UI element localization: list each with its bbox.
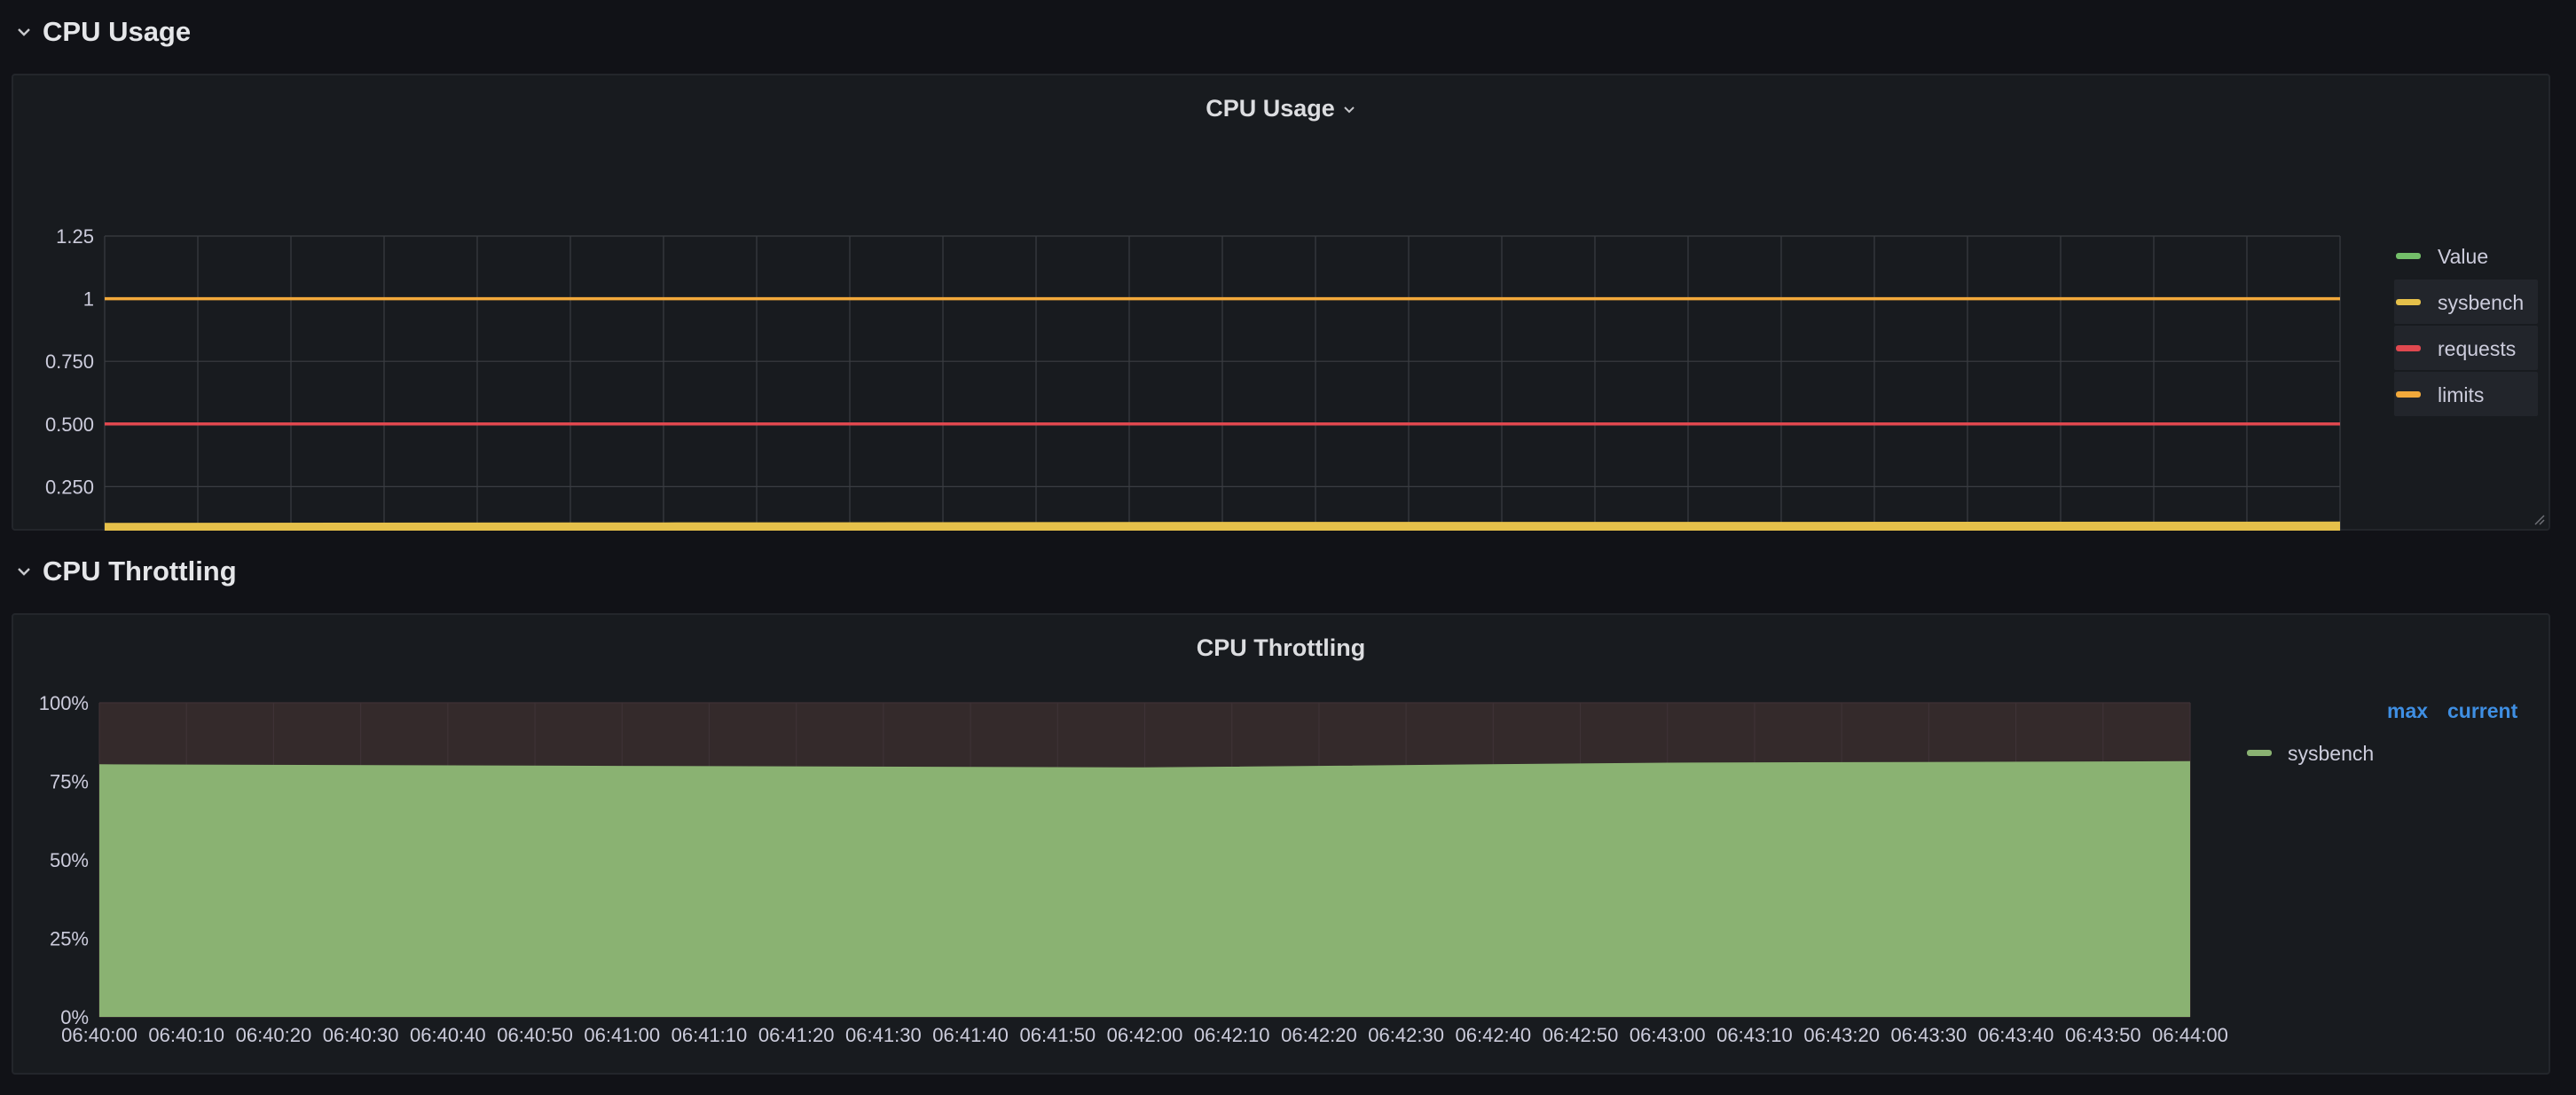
row-header-cpu-usage[interactable]: CPU Usage	[16, 12, 191, 51]
y-tick-label: 0%	[60, 1006, 89, 1028]
x-tick-label: 06:43:10	[1716, 1024, 1793, 1046]
cpu-usage-chart: 06:40:0006:40:1006:40:2006:40:3006:40:40…	[45, 225, 2538, 531]
x-tick-label: 06:43:40	[1978, 1024, 2054, 1046]
legend-label: requests	[2438, 337, 2516, 360]
chevron-down-icon	[16, 563, 32, 579]
row-title: CPU Usage	[43, 16, 192, 47]
x-tick-label: 06:43:20	[1803, 1024, 1880, 1046]
x-tick-label: 06:43:50	[2065, 1024, 2141, 1046]
x-tick-label: 06:40:30	[323, 1024, 399, 1046]
x-tick-label: 06:40:50	[497, 1024, 573, 1046]
legend-label: sysbench	[2288, 742, 2374, 765]
y-tick-label: 0.250	[45, 476, 94, 498]
x-tick-label: 06:40:40	[410, 1024, 486, 1046]
row-title: CPU Throttling	[43, 555, 237, 587]
y-tick-label: 1.25	[56, 225, 94, 248]
y-tick-label: 1	[83, 288, 94, 311]
x-tick-label: 06:40:10	[148, 1024, 224, 1046]
legend-swatch	[2396, 345, 2421, 351]
x-tick-label: 06:41:20	[758, 1024, 835, 1046]
panel-cpu-usage: CPU Usage 06:40:0006:40:1006:40:2006:40:…	[12, 74, 2550, 531]
legend-label: sysbench	[2438, 291, 2524, 314]
y-tick-label: 75%	[50, 771, 89, 793]
y-tick-label: 0.750	[45, 351, 94, 373]
legend-column-header: max	[2387, 699, 2428, 722]
x-tick-label: 06:41:50	[1019, 1024, 1096, 1046]
legend-swatch	[2247, 750, 2272, 756]
y-tick-label: 100%	[39, 692, 89, 714]
x-tick-label: 06:41:00	[584, 1024, 660, 1046]
legend-swatch	[2396, 299, 2421, 305]
x-tick-label: 06:41:30	[845, 1024, 922, 1046]
x-tick-label: 06:42:00	[1107, 1024, 1183, 1046]
legend-label: limits	[2438, 383, 2484, 406]
panel-cpu-throttling: CPU Throttling 06:40:00 06:40:10 06:40:20 0…	[12, 613, 2550, 1075]
row-header-cpu-throttling[interactable]: CPU Throttling	[16, 552, 237, 591]
series-area-sysbench	[99, 762, 2190, 1017]
x-tick-label: 06:44:00	[2152, 1024, 2228, 1046]
chevron-down-icon	[16, 24, 32, 40]
x-tick-label: 06:43:00	[1630, 1024, 1706, 1046]
legend-swatch	[2396, 253, 2421, 259]
y-tick-label: 0.500	[45, 414, 94, 436]
x-tick-label: 06:42:30	[1368, 1024, 1444, 1046]
x-tick-label: 06:42:20	[1281, 1024, 1357, 1046]
x-tick-label: 06:42:10	[1194, 1024, 1270, 1046]
legend-column-header: current	[2447, 699, 2518, 722]
x-tick-label: 06:42:50	[1543, 1024, 1619, 1046]
x-tick-label: 06:41:10	[671, 1024, 748, 1046]
legend-swatch	[2396, 391, 2421, 398]
resize-handle-icon[interactable]	[2533, 513, 2545, 525]
x-tick-label: 06:40:20	[236, 1024, 312, 1046]
series-line-sysbench	[104, 521, 2341, 526]
y-tick-label: 50%	[50, 849, 89, 871]
x-tick-label: 06:43:30	[1891, 1024, 1967, 1046]
cpu-throttling-chart: 06:40:00 06:40:10 06:40:20 06:40:30 06:40:40…	[39, 692, 2518, 1046]
x-tick-label: 06:41:40	[932, 1024, 1009, 1046]
legend-label: Value	[2438, 245, 2488, 268]
x-tick-label: 06:42:40	[1456, 1024, 1532, 1046]
y-tick-label: 25%	[50, 928, 89, 950]
